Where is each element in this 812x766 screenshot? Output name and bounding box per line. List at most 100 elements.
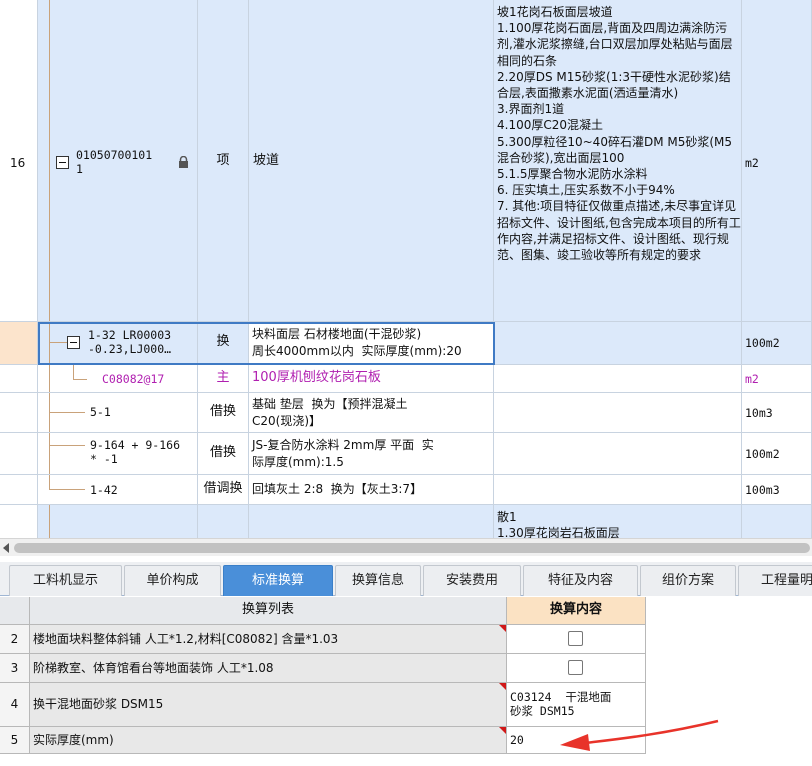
tree-line [73,365,74,379]
tab-install-fee[interactable]: 安装费用 [423,565,521,596]
comment-marker [499,625,506,632]
tree-line [49,475,50,489]
conversion-content-cell[interactable]: C03124 干混地面 砂浆 DSM15 [507,683,646,727]
tab-features-content[interactable]: 特征及内容 [523,565,638,596]
horizontal-scrollbar[interactable] [0,538,812,556]
conversion-content-cell[interactable] [507,654,646,683]
sub2-type-cell[interactable]: 主 [198,365,249,393]
sub-type: 借调换 [203,481,243,496]
sub4-code-cell[interactable]: 9-164 + 9-166 * -1 [38,433,198,475]
row-number: 2 [0,625,30,654]
tree-line [49,393,50,432]
conversion-content-value: 20 [510,733,524,747]
row16-unit-cell[interactable]: m2 [742,0,812,322]
sub5-type-cell[interactable]: 借调换 [198,475,249,505]
header-rownum [0,597,30,625]
conversion-table: 换算列表 换算内容 2 楼地面块料整体斜铺 人工*1.2,材料[C08082] … [0,597,812,766]
tab-quantity-detail[interactable]: 工程量明 [738,565,812,596]
sub4-num-cell[interactable] [0,433,38,475]
sub-unit: 100m2 [745,447,780,461]
conversion-content-cell[interactable]: 20 [507,727,646,754]
tree-line [49,489,85,490]
sub3-type-cell[interactable]: 借换 [198,393,249,433]
conversion-label: 实际厚度(mm) [30,727,507,754]
tree-line [49,433,50,474]
sub2-num-cell[interactable] [0,365,38,393]
sub4-type-cell[interactable]: 借换 [198,433,249,475]
next-unit-cell[interactable] [742,505,812,538]
sub-type: 借换 [209,445,236,460]
sub5-unit-cell[interactable]: 100m3 [742,475,812,505]
tree-line [49,0,50,321]
item-type: 项 [216,153,230,168]
row-number: 5 [0,727,30,754]
sub4-unit-cell[interactable]: 100m2 [742,433,812,475]
sub1-feature-cell[interactable] [494,322,742,365]
sub-name: 块料面层 石材楼地面(干混砂浆) 周长4000mm以内 实际厚度(mm):20 [252,327,462,358]
sub-name: 回填灰土 2:8 换为【灰土3:7】 [252,482,423,496]
lock-icon [179,156,188,168]
collapse-icon[interactable] [67,336,80,349]
sub1-num-cell[interactable] [0,322,38,365]
item-unit: m2 [745,156,759,170]
tab-conversion-info[interactable]: 换算信息 [335,565,421,596]
sub4-name-cell[interactable]: JS-复合防水涂料 2mm厚 平面 实 际厚度(mm):1.5 [249,433,494,475]
next-type-cell[interactable] [198,505,249,538]
conversion-checkbox[interactable] [568,660,583,675]
header-conversion-content: 换算内容 [507,597,646,625]
conversion-label: 换干混地面砂浆 DSM15 [30,683,507,727]
conversion-label-text: 楼地面块料整体斜铺 人工*1.2,材料[C08082] 含量*1.03 [33,632,339,646]
tab-labor-material-machine[interactable]: 工料机显示 [9,565,122,596]
sub3-name-cell[interactable]: 基础 垫层 换为【预拌混凝土 C20(现浇)】 [249,393,494,433]
next-feature-cell[interactable]: 散1 1.30厚花岗岩石板面层 [494,505,742,538]
conversion-content-cell[interactable] [507,625,646,654]
tree-line [49,342,67,343]
sub2-feature-cell[interactable] [494,365,742,393]
next-name-cell[interactable] [249,505,494,538]
sub-unit: 100m2 [745,336,780,350]
sub3-code-cell[interactable]: 5-1 [38,393,198,433]
tab-pricing-scheme[interactable]: 组价方案 [640,565,736,596]
sub5-num-cell[interactable] [0,475,38,505]
sub3-feature-cell[interactable] [494,393,742,433]
next-num-cell[interactable] [0,505,38,538]
sub5-name-cell[interactable]: 回填灰土 2:8 换为【灰土3:7】 [249,475,494,505]
sub5-code-cell[interactable]: 1-42 [38,475,198,505]
sub-code: 1-32 LR00003 -0.23,LJ000… [88,328,172,356]
bill-grid: 16 01050700101 1 项 坡道 坡1花岗石板面层坡道 1.100厚花… [0,0,812,538]
row16-num-cell[interactable]: 16 [0,0,38,322]
tree-line [49,322,50,364]
sub5-feature-cell[interactable] [494,475,742,505]
row16-name-cell[interactable]: 坡道 [249,0,494,322]
collapse-icon[interactable] [56,156,69,169]
sub1-name-cell[interactable]: 块料面层 石材楼地面(干混砂浆) 周长4000mm以内 实际厚度(mm):20 [249,322,494,365]
sub3-unit-cell[interactable]: 10m3 [742,393,812,433]
item-feature: 坡1花岗石板面层坡道 1.100厚花岗石面层,背面及四周边满涂防污剂,灌水泥浆擦… [497,5,741,263]
sub1-type-cell[interactable]: 换 [198,322,249,365]
sub1-unit-cell[interactable]: 100m2 [742,322,812,365]
sub4-feature-cell[interactable] [494,433,742,475]
header-conversion-list: 换算列表 [30,597,507,625]
tab-unit-price-composition[interactable]: 单价构成 [124,565,221,596]
scroll-left-arrow-icon[interactable] [3,543,9,553]
sub2-unit-cell[interactable]: m2 [742,365,812,393]
conversion-label: 楼地面块料整体斜铺 人工*1.2,材料[C08082] 含量*1.03 [30,625,507,654]
sub1-code-cell[interactable]: 1-32 LR00003 -0.23,LJ000… [38,322,198,365]
tree-line [49,445,85,446]
sub-code: 9-164 + 9-166 * -1 [90,438,181,466]
sub2-name-cell[interactable]: 100厚机刨纹花岗石板 [249,365,494,393]
tree-line [49,505,50,538]
tab-standard-conversion[interactable]: 标准换算 [223,565,333,596]
sub-type: 借换 [209,404,236,419]
conversion-checkbox[interactable] [568,631,583,646]
row16-code-cell[interactable]: 01050700101 1 [38,0,198,322]
sub3-num-cell[interactable] [0,393,38,433]
row16-feature-cell[interactable]: 坡1花岗石板面层坡道 1.100厚花岗石面层,背面及四周边满涂防污剂,灌水泥浆擦… [494,0,742,322]
sub2-code-cell[interactable]: C08082@17 [38,365,198,393]
sub-unit: 100m3 [745,483,780,497]
row16-type-cell[interactable]: 项 [198,0,249,322]
sub-code: 5-1 [90,405,111,419]
next-code-cell[interactable] [38,505,198,538]
sub-code: 1-42 [90,483,118,497]
scrollbar-thumb[interactable] [14,543,810,553]
